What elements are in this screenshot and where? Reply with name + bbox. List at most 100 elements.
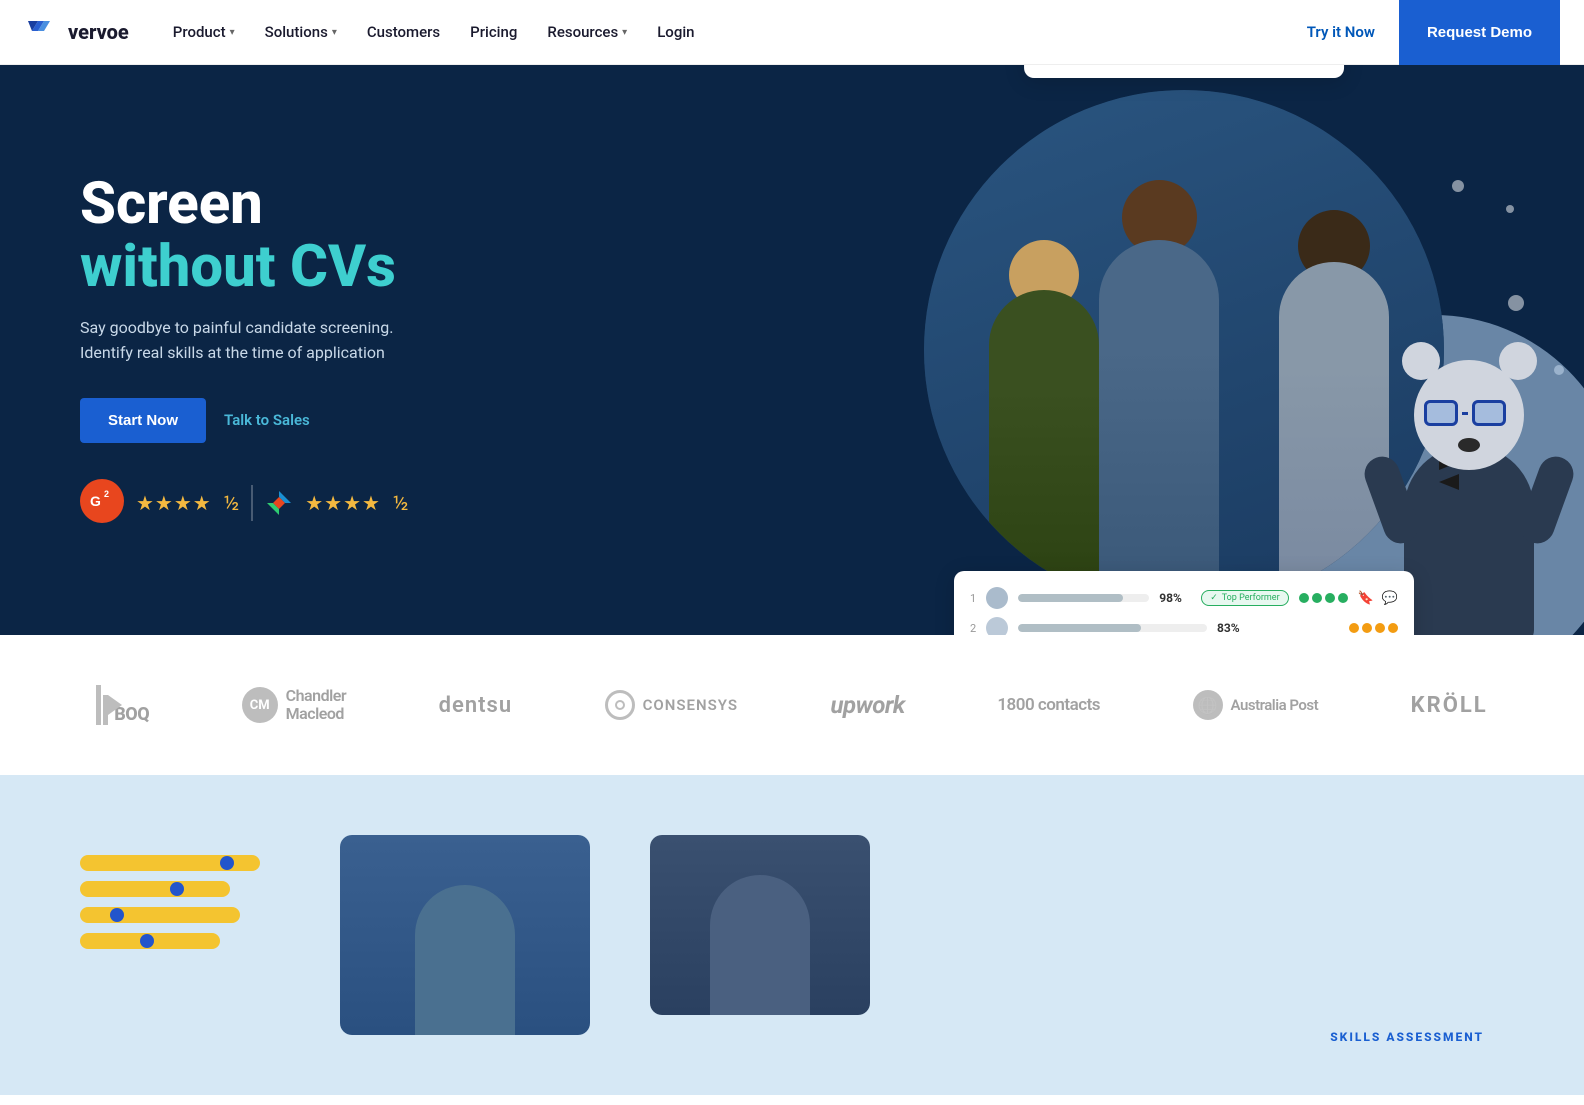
candidate-avatar [986,587,1008,609]
score-dot [1362,623,1372,633]
score-dot [1349,623,1359,633]
check-icon: ✓ [1210,593,1218,603]
koala-ear-right [1499,342,1537,380]
koala-body [1404,445,1534,635]
koala-ear-left [1402,342,1440,380]
rating-stars-1: ★★★★ [136,491,212,515]
upwork-text: upwork [831,691,905,719]
nav-links: Product ▾ Solutions ▾ Customers Pricing … [161,15,1283,49]
result-percentage: 83% [1217,621,1249,635]
svg-text:2: 2 [104,489,109,499]
logo-text: vervoe [68,20,129,44]
hero-content: Screen without CVs Say goodbye to painfu… [80,173,440,527]
hero-subtitle: Say goodbye to painful candidate screeni… [80,316,440,366]
photo-placeholder-2 [650,835,870,1015]
kroll-text: KRÖLL [1411,693,1488,718]
koala-nose [1458,438,1480,452]
bookmark-icon[interactable]: 🔖 [1358,591,1374,606]
logo-auspost: 🌐 Australia Post [1193,690,1319,720]
navbar: vervoe Product ▾ Solutions ▾ Customers P… [0,0,1584,65]
nav-customers[interactable]: Customers [355,15,452,49]
eq-dot-1[interactable] [220,856,234,870]
candidate-result-row: 2 83% [970,613,1398,635]
candidate-avatar [986,617,1008,635]
boq-logo: BOQ [96,685,149,725]
score-dots [1349,623,1398,633]
start-now-button[interactable]: Start Now [80,398,206,443]
video-tab[interactable]: ▷ VIDEO [1188,65,1216,68]
spreadsheet-tab[interactable]: ⊞ SPREADSHEET [1097,65,1164,68]
nav-resources[interactable]: Resources ▾ [535,15,639,49]
result-actions: 🔖 💬 [1358,591,1398,606]
auspost-icon: 🌐 [1193,690,1223,720]
rank-number: 1 [970,592,976,605]
score-dot [1375,623,1385,633]
cm-icon: CM [242,687,278,723]
nav-solutions[interactable]: Solutions ▾ [253,15,349,49]
talk-to-sales-link[interactable]: Talk to Sales [224,411,310,429]
try-now-button[interactable]: Try it Now [1283,15,1399,49]
eq-dot-2[interactable] [170,882,184,896]
hero-section: Screen without CVs Say goodbye to painfu… [0,65,1584,635]
eq-dot-4[interactable] [140,934,154,948]
logo-chandler: CM Chandler Macleod [242,687,346,723]
svg-text:G: G [90,493,101,509]
multiple-choice-tab[interactable]: ☰ MULTIPLE CHOICE [1241,65,1324,68]
request-demo-button[interactable]: Request Demo [1399,0,1560,65]
eq-bar-2 [80,881,230,897]
eq-bar-1 [80,855,260,871]
rating-stars-2: ★★★★ [305,491,381,515]
score-dots [1299,593,1348,603]
message-icon[interactable]: 💬 [1382,591,1398,606]
hero-image-circle [924,90,1444,610]
skills-assessment-label: SKILLS ASSESSMENT [1330,1026,1484,1045]
result-score-bar [1018,594,1149,602]
rating-half-star-2: ½ [393,491,409,515]
audio-tab[interactable]: 📊 AUDIO [1044,65,1073,68]
nav-login[interactable]: Login [645,15,706,49]
hero-buttons: Start Now Talk to Sales [80,398,440,443]
result-score-bar [1018,624,1207,632]
logo-1800contacts: 1800 contacts [997,695,1100,715]
hero-visual: 📊 AUDIO ⊞ SPREADSHEET ▷ VIDEO ☰ MULTIPLE… [784,65,1584,635]
top-performer-badge: ✓ Top Performer [1201,590,1288,606]
nav-product[interactable]: Product ▾ [161,15,247,49]
koala-glasses [1424,400,1506,426]
bottom-section: SKILLS ASSESSMENT [0,775,1584,1095]
nav-cta-group: Try it Now Request Demo [1283,0,1560,65]
result-bar-fill [1018,594,1123,602]
capterra-icon [265,489,293,517]
photo-placeholder-1 [340,835,590,1035]
score-dot [1388,623,1398,633]
chevron-down-icon: ▾ [230,27,235,38]
result-percentage: 98% [1159,591,1191,605]
chevron-down-icon: ▾ [332,27,337,38]
g2-badge: G 2 [80,479,124,527]
eq-bar-4 [80,933,220,949]
score-dot [1338,593,1348,603]
logo[interactable]: vervoe [24,13,129,51]
ratings-divider [251,485,253,521]
dentsu-text: dentsu [439,693,513,718]
consensys-icon [605,690,635,720]
score-dot [1312,593,1322,603]
result-bar-fill [1018,624,1141,632]
logo-kroll: KRÖLL [1411,693,1488,718]
eq-bar-3 [80,907,240,923]
chevron-down-icon: ▾ [622,27,627,38]
logo-dentsu: dentsu [439,693,513,718]
consensys-text: CONSENSYS [643,696,738,714]
candidate-results-card: 1 98% ✓ Top Performer 🔖 [954,571,1414,635]
rank-number: 2 [970,622,976,635]
logo-consensys: CONSENSYS [605,690,738,720]
logo-boq: BOQ [96,685,149,725]
chandler-text: Chandler Macleod [286,687,346,722]
contacts-text: 1800 contacts [997,695,1100,715]
candidate-result-row: 1 98% ✓ Top Performer 🔖 [970,583,1398,613]
equalizer-bars [80,855,280,949]
hero-title: Screen without CVs [80,173,440,298]
nav-pricing[interactable]: Pricing [458,15,529,49]
rating-half-star-1: ½ [224,491,240,515]
assessment-type-tabs: 📊 AUDIO ⊞ SPREADSHEET ▷ VIDEO ☰ MULTIPLE… [1024,65,1344,78]
eq-dot-3[interactable] [110,908,124,922]
